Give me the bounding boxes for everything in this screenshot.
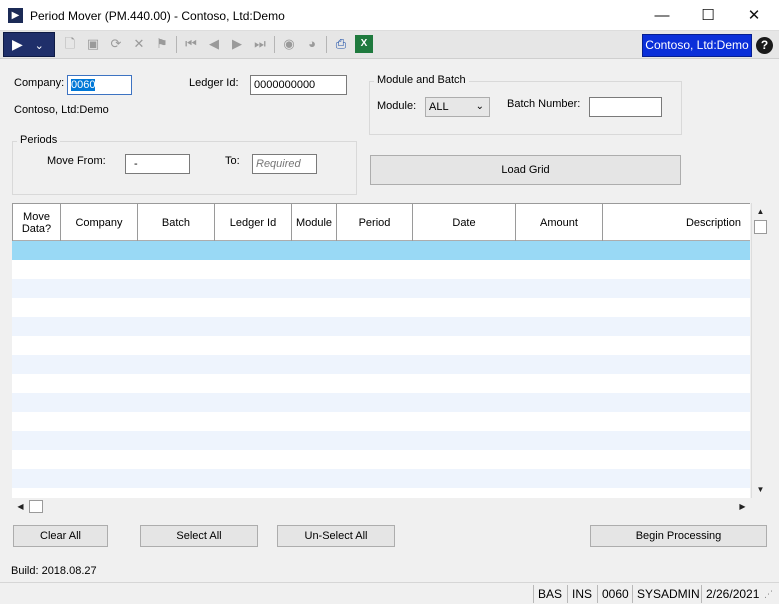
excel-icon[interactable]: X xyxy=(355,35,373,53)
chevron-down-icon: ⌄ xyxy=(475,101,484,112)
toolbar-divider xyxy=(326,36,327,53)
batch-number-label: Batch Number: xyxy=(507,98,581,110)
window-title: Period Mover (PM.440.00) - Contoso, Ltd:… xyxy=(30,9,285,23)
chevron-down-icon: ⌄ xyxy=(34,40,44,52)
notes-icon[interactable]: ◕ xyxy=(303,35,321,53)
column-header-ledger-id[interactable]: Ledger Id xyxy=(215,203,292,241)
dynamics-logo-icon: ▶ xyxy=(12,36,23,52)
grid-row[interactable] xyxy=(12,336,750,355)
screen-capture-icon[interactable]: ◉ xyxy=(280,35,298,53)
status-mode-ins: INS xyxy=(567,585,596,603)
company-label: Company: xyxy=(14,77,65,89)
print-icon[interactable]: ⎙ xyxy=(332,35,350,53)
to-label: To: xyxy=(225,155,240,167)
new-document-icon[interactable]: 🗋 xyxy=(61,35,79,53)
module-select[interactable]: ALL ⌄ xyxy=(425,97,490,117)
module-label: Module: xyxy=(377,100,417,112)
scroll-down-icon[interactable]: ▼ xyxy=(752,481,769,498)
company-name: Contoso, Ltd:Demo xyxy=(14,104,109,116)
to-period-input[interactable]: Required xyxy=(252,154,317,174)
grid-row[interactable] xyxy=(12,298,750,317)
unselect-all-button[interactable]: Un-Select All xyxy=(277,525,395,547)
column-header-batch[interactable]: Batch xyxy=(138,203,215,241)
grid-row[interactable] xyxy=(12,469,750,488)
delete-icon[interactable]: ✕ xyxy=(130,35,148,53)
finish-flag-icon[interactable]: ⚑ xyxy=(153,35,171,53)
title-bar: ▶ Period Mover (PM.440.00) - Contoso, Lt… xyxy=(0,0,779,31)
column-header-date[interactable]: Date xyxy=(413,203,516,241)
h-scroll-thumb[interactable] xyxy=(29,500,43,513)
company-input-value: 0060 xyxy=(71,79,96,91)
maximize-icon[interactable]: ☐ xyxy=(685,0,731,31)
column-header-company[interactable]: Company xyxy=(61,203,138,241)
resize-grip-icon[interactable]: ⋰ xyxy=(764,589,773,600)
grid-row-selected[interactable] xyxy=(12,241,750,260)
status-date: 2/26/2021 xyxy=(701,585,763,603)
begin-processing-button[interactable]: Begin Processing xyxy=(590,525,767,547)
grid-header: Move Data? Company Batch Ledger Id Modul… xyxy=(12,203,750,241)
grid-row[interactable] xyxy=(12,393,750,412)
clear-all-button[interactable]: Clear All xyxy=(13,525,108,547)
refresh-icon[interactable]: ⟳ xyxy=(107,35,125,53)
close-icon[interactable]: ✕ xyxy=(731,0,777,31)
first-record-icon[interactable]: ⏮ xyxy=(182,35,200,53)
next-record-icon[interactable]: ▶ xyxy=(228,35,246,53)
scroll-thumb[interactable] xyxy=(754,220,767,234)
grid-row[interactable] xyxy=(12,260,750,279)
vertical-scrollbar[interactable]: ▲ ▼ xyxy=(751,203,768,498)
scroll-right-icon[interactable]: ▶ xyxy=(734,498,751,515)
move-from-label: Move From: xyxy=(47,155,106,167)
status-bar: BAS INS 0060 SYSADMIN 2/26/2021 ⋰ xyxy=(0,582,779,604)
ledger-id-input[interactable]: 0000000000 xyxy=(250,75,347,95)
navigation-menu-button[interactable]: ▶ ⌄ xyxy=(3,32,55,57)
grid-row[interactable] xyxy=(12,355,750,374)
help-icon[interactable]: ? xyxy=(756,37,773,54)
move-from-input[interactable]: - xyxy=(125,154,190,174)
toolbar-divider xyxy=(274,36,275,53)
periods-group-label: Periods xyxy=(17,134,61,146)
select-all-button[interactable]: Select All xyxy=(140,525,258,547)
app-logo-icon: ▶ xyxy=(8,8,23,23)
previous-record-icon[interactable]: ◀ xyxy=(205,35,223,53)
status-user: SYSADMIN xyxy=(632,585,704,603)
grid-row[interactable] xyxy=(12,431,750,450)
grid-row[interactable] xyxy=(12,374,750,393)
ledger-id-label: Ledger Id: xyxy=(189,77,239,89)
status-company: 0060 xyxy=(597,585,633,603)
batch-number-input[interactable] xyxy=(589,97,662,117)
grid-row[interactable] xyxy=(12,279,750,298)
module-select-value: ALL xyxy=(429,101,449,113)
grid-row[interactable] xyxy=(12,317,750,336)
build-label: Build: 2018.08.27 xyxy=(11,565,97,577)
last-record-icon[interactable]: ⏭ xyxy=(251,35,269,53)
data-grid[interactable]: Move Data? Company Batch Ledger Id Modul… xyxy=(12,203,750,498)
column-header-period[interactable]: Period xyxy=(337,203,413,241)
horizontal-scrollbar[interactable]: ◀ ▶ xyxy=(12,498,751,515)
save-icon[interactable]: ▣ xyxy=(84,35,102,53)
company-badge[interactable]: Contoso, Ltd:Demo xyxy=(642,34,752,57)
grid-row[interactable] xyxy=(12,450,750,469)
grid-row[interactable] xyxy=(12,412,750,431)
scroll-up-icon[interactable]: ▲ xyxy=(752,203,769,220)
scroll-left-icon[interactable]: ◀ xyxy=(12,498,29,515)
status-mode-bas: BAS xyxy=(533,585,566,603)
toolbar: ▶ ⌄ 🗋 ▣ ⟳ ✕ ⚑ ⏮ ◀ ▶ ⏭ ◉ ◕ ⎙ X Contoso, L… xyxy=(0,31,779,59)
company-input[interactable]: 0060 xyxy=(67,75,132,95)
minimize-icon[interactable]: — xyxy=(639,0,685,31)
column-header-description[interactable]: Description xyxy=(603,203,750,241)
load-grid-button[interactable]: Load Grid xyxy=(370,155,681,185)
toolbar-divider xyxy=(176,36,177,53)
module-batch-group-label: Module and Batch xyxy=(374,74,469,86)
column-header-module[interactable]: Module xyxy=(292,203,337,241)
column-header-amount[interactable]: Amount xyxy=(516,203,603,241)
column-header-move-data[interactable]: Move Data? xyxy=(12,203,61,241)
